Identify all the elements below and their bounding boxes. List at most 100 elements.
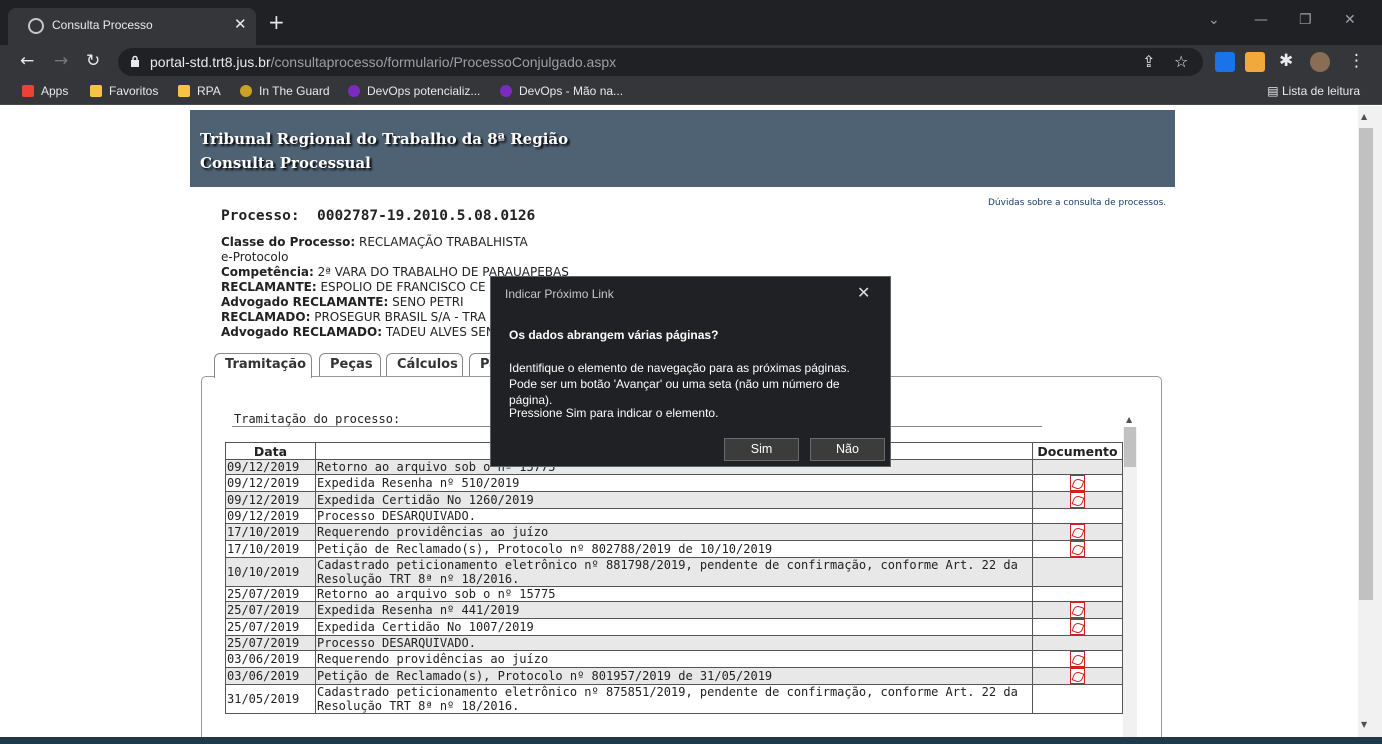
row-document — [1032, 618, 1123, 636]
pdf-icon[interactable] — [1070, 619, 1085, 635]
profile-avatar[interactable] — [1310, 52, 1330, 72]
page-subtitle: Consulta Processual — [200, 154, 371, 172]
menu-icon[interactable]: ⋮ — [1348, 51, 1365, 71]
share-icon[interactable]: ⇪ — [1142, 52, 1155, 71]
close-window-icon[interactable]: ✕ — [1344, 12, 1356, 28]
scroll-up-icon[interactable]: ▲ — [1126, 415, 1132, 424]
row-description: Expedida Certidão No 1260/2019 — [315, 491, 1033, 509]
row-description: Requerendo providências ao juízo — [315, 650, 1033, 668]
guard-icon — [240, 85, 252, 97]
table-row: 10/10/2019 Cadastrado peticionamento elet… — [225, 557, 1123, 587]
row-description: Requerendo providências ao juízo — [315, 523, 1033, 541]
new-tab-icon[interactable]: + — [268, 12, 285, 32]
browser-toolbar: ← → ↻ portal-std.trt8.jus.br/consultapro… — [0, 45, 1382, 79]
pdf-icon[interactable] — [1070, 492, 1085, 508]
bookmark-apps[interactable]: Apps — [22, 84, 68, 98]
pdf-icon[interactable] — [1070, 524, 1085, 540]
row-document — [1032, 540, 1123, 558]
table-row: 31/05/2019 Cadastrado peticionamento elet… — [225, 684, 1123, 714]
globe-icon — [28, 18, 44, 34]
bookmarks-bar: Apps Favoritos RPA In The Guard DevOps p… — [0, 79, 1382, 105]
row-document — [1032, 635, 1123, 651]
row-description: Petição de Reclamado(s), Protocolo nº 80… — [315, 667, 1033, 685]
forward-icon[interactable]: → — [54, 51, 68, 71]
tab-calculos[interactable]: Cálculos — [386, 353, 463, 377]
star-icon[interactable]: ☆ — [1174, 52, 1188, 71]
adv-reclamado-line: Advogado RECLAMADO: TADEU ALVES SEN — [221, 325, 495, 339]
help-link[interactable]: Dúvidas sobre a consulta de processos. — [988, 198, 1166, 208]
page-scroll-thumb[interactable] — [1359, 128, 1373, 600]
table-scrollbar[interactable]: ▲ — [1123, 415, 1137, 738]
restore-icon[interactable]: ❐ — [1299, 12, 1312, 28]
no-button[interactable]: Não — [810, 438, 885, 461]
dialog-question: Os dados abrangem várias páginas? — [509, 328, 719, 342]
row-document — [1032, 667, 1123, 685]
row-description: Expedida Resenha nº 441/2019 — [315, 601, 1033, 619]
new-extension-icon[interactable] — [1245, 52, 1265, 72]
column-header-document: Documento — [1032, 442, 1123, 460]
row-document — [1032, 491, 1123, 509]
table-row: 03/06/2019 Requerendo providências ao juí… — [225, 650, 1123, 668]
table-row: 25/07/2019 Expedida Certidão No 1007/2019 — [225, 618, 1123, 636]
tab-search-icon[interactable]: ⌄ — [1208, 12, 1220, 28]
extensions-puzzle-icon[interactable]: ✱ — [1279, 51, 1293, 71]
process-heading: Processo: 0002787-19.2010.5.08.0126 — [221, 208, 536, 224]
bookmark-in-the-guard[interactable]: In The Guard — [240, 84, 330, 98]
pdf-icon[interactable] — [1070, 651, 1085, 667]
row-document — [1032, 459, 1123, 475]
reading-list-button[interactable]: ▤ Lista de leitura — [1267, 84, 1360, 98]
row-date: 25/07/2019 — [225, 635, 316, 651]
folder-icon — [178, 85, 190, 97]
court-title: Tribunal Regional do Trabalho da 8ª Regi… — [200, 130, 569, 148]
row-date: 17/10/2019 — [225, 540, 316, 558]
classe-line: Classe do Processo: RECLAMAÇÃO TRABALHIS… — [221, 235, 528, 249]
pdf-icon[interactable] — [1070, 475, 1085, 491]
reload-icon[interactable]: ↻ — [86, 51, 100, 71]
minimize-icon[interactable]: — — [1254, 12, 1268, 28]
tab-tramitacao[interactable]: Tramitação — [214, 353, 312, 378]
row-document — [1032, 557, 1123, 587]
tramitacao-label: Tramitação do processo: — [234, 412, 401, 426]
next-link-dialog: Indicar Próximo Link ✕ Os dados abrangem… — [490, 276, 891, 467]
row-document — [1032, 650, 1123, 668]
tab-pecas[interactable]: Peças — [319, 353, 381, 377]
table-row: 17/10/2019 Requerendo providências ao juí… — [225, 523, 1123, 541]
url-text: portal-std.trt8.jus.br/consultaprocesso/… — [150, 54, 617, 70]
adv-reclamante-line: Advogado RECLAMANTE: SENO PETRI — [221, 295, 464, 309]
dialog-instruction: Pressione Sim para indicar o elemento. — [509, 406, 719, 420]
scroll-up-icon[interactable]: ▲ — [1361, 112, 1367, 121]
folder-icon — [90, 85, 102, 97]
back-icon[interactable]: ← — [20, 51, 34, 71]
yes-button[interactable]: Sim — [724, 438, 799, 461]
bookmark-devops-1[interactable]: DevOps potencializ... — [348, 84, 480, 98]
taskbar — [0, 737, 1382, 744]
devops-icon — [500, 85, 512, 97]
bookmark-favoritos[interactable]: Favoritos — [90, 84, 158, 98]
browser-tab[interactable]: Consulta Processo ✕ — [8, 8, 256, 45]
row-document — [1032, 601, 1123, 619]
table-scroll-thumb[interactable] — [1124, 427, 1136, 467]
reading-list-icon: ▤ — [1267, 84, 1282, 98]
bookmark-rpa[interactable]: RPA — [178, 84, 221, 98]
address-bar[interactable]: portal-std.trt8.jus.br/consultaprocesso/… — [118, 48, 1203, 76]
apps-grid-icon — [22, 85, 34, 97]
bookmark-devops-2[interactable]: DevOps - Mão na... — [500, 84, 623, 98]
close-tab-icon[interactable]: ✕ — [234, 15, 247, 33]
row-document — [1032, 684, 1123, 714]
uipath-extension-icon[interactable] — [1215, 52, 1235, 72]
pdf-icon[interactable] — [1070, 668, 1085, 684]
pdf-icon[interactable] — [1070, 602, 1085, 618]
site-header: Tribunal Regional do Trabalho da 8ª Regi… — [190, 110, 1175, 187]
column-header-date: Data — [225, 442, 316, 460]
devops-icon — [348, 85, 360, 97]
pdf-icon[interactable] — [1070, 541, 1085, 557]
table-row: 25/07/2019 Retorno ao arquivo sob o nº 15… — [225, 586, 1123, 602]
page-scrollbar[interactable]: ▲ ▼ — [1358, 106, 1382, 738]
row-date: 09/12/2019 — [225, 459, 316, 475]
row-description: Expedida Resenha nº 510/2019 — [315, 474, 1033, 492]
close-icon[interactable]: ✕ — [857, 283, 870, 303]
scroll-down-icon[interactable]: ▼ — [1361, 720, 1367, 729]
dialog-body: Identifique o elemento de navegação para… — [509, 361, 850, 407]
row-date: 09/12/2019 — [225, 491, 316, 509]
lock-icon — [131, 55, 139, 67]
